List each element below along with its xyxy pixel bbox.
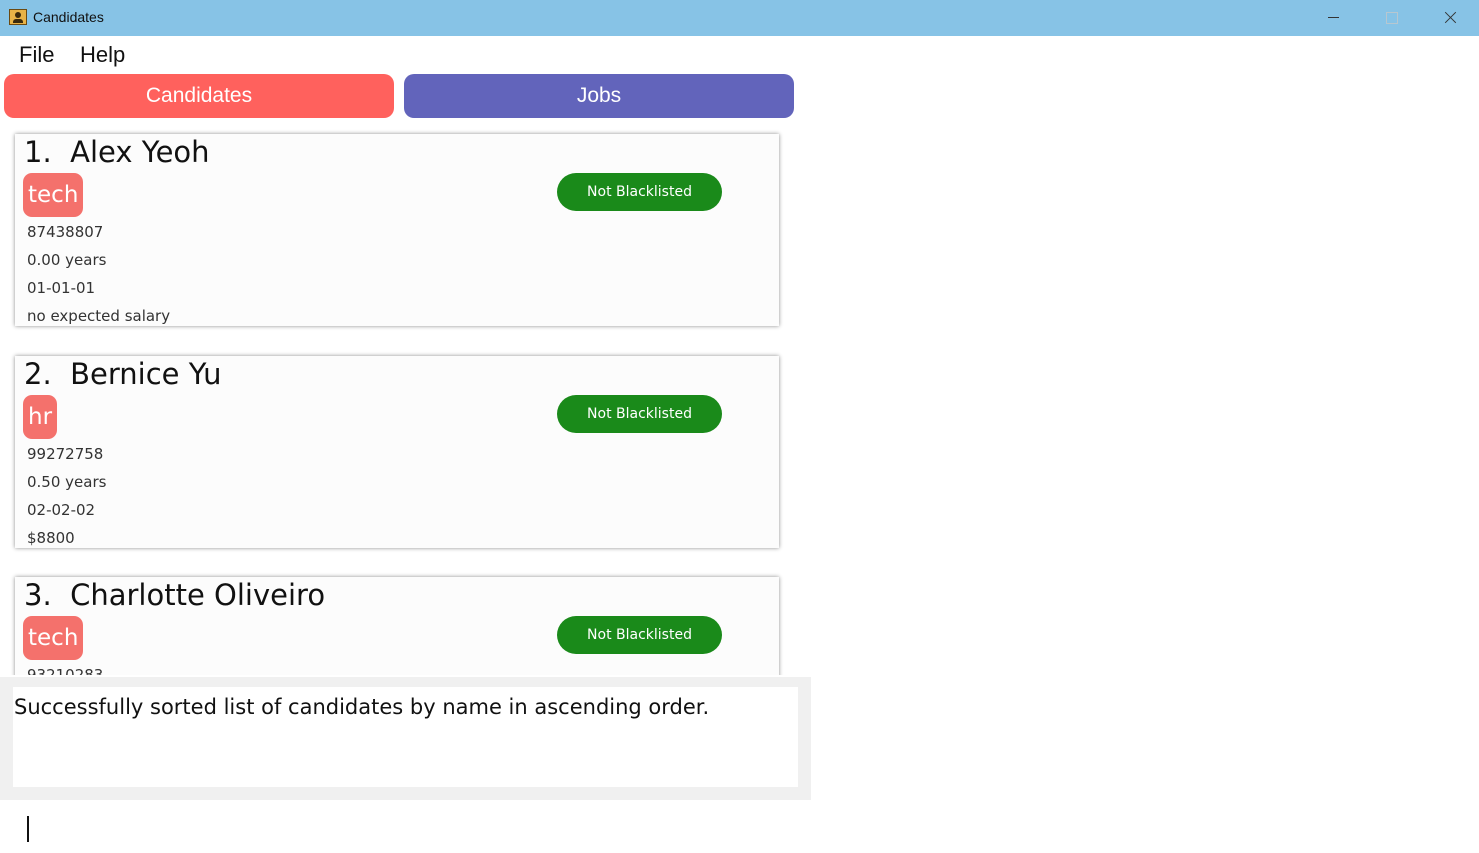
window-title: Candidates (33, 9, 104, 25)
title-bar: Candidates (0, 0, 1479, 36)
minimize-icon[interactable] (1305, 0, 1363, 36)
candidate-tag: tech (23, 616, 84, 660)
candidate-index: 2. (24, 357, 52, 391)
candidate-name-line: 2. Bernice Yu (24, 357, 221, 391)
text-caret (27, 816, 29, 842)
tab-jobs[interactable]: Jobs (404, 74, 794, 118)
candidate-phone: 99272758 (27, 445, 104, 463)
command-input[interactable] (13, 805, 798, 849)
close-icon[interactable] (1421, 0, 1479, 36)
candidate-date: 02-02-02 (27, 501, 96, 519)
result-box: Successfully sorted list of candidates b… (13, 687, 798, 787)
blacklist-status-button[interactable]: Not Blacklisted (557, 395, 722, 433)
candidate-card[interactable]: 1. Alex Yeoh tech Not Blacklisted 874388… (15, 134, 779, 326)
candidate-index: 1. (24, 135, 52, 169)
candidate-experience: 0.00 years (27, 251, 107, 269)
candidate-tag: tech (23, 173, 84, 217)
result-message: Successfully sorted list of candidates b… (14, 695, 710, 719)
candidate-card[interactable]: 2. Bernice Yu hr Not Blacklisted 9927275… (15, 356, 779, 548)
candidate-name: Charlotte Oliveiro (70, 578, 326, 612)
candidate-name-line: 1. Alex Yeoh (24, 135, 210, 169)
menu-bar: File Help (0, 36, 811, 74)
candidate-card[interactable]: 3. Charlotte Oliveiro tech Not Blacklist… (15, 577, 779, 675)
candidate-date: 01-01-01 (27, 279, 96, 297)
tab-candidates[interactable]: Candidates (4, 74, 394, 118)
candidate-index: 3. (24, 578, 52, 612)
candidate-name: Bernice Yu (70, 357, 222, 391)
candidate-name-line: 3. Charlotte Oliveiro (24, 578, 325, 612)
candidate-salary: no expected salary (27, 307, 171, 325)
candidate-phone: 93210283 (27, 666, 104, 675)
blacklist-status-button[interactable]: Not Blacklisted (557, 616, 722, 654)
menu-help[interactable]: Help (80, 42, 125, 68)
candidate-salary: $8800 (27, 529, 75, 547)
candidate-experience: 0.50 years (27, 473, 107, 491)
candidate-phone: 87438807 (27, 223, 104, 241)
result-display: Successfully sorted list of candidates b… (0, 677, 811, 800)
candidate-list[interactable]: 1. Alex Yeoh tech Not Blacklisted 874388… (0, 120, 811, 675)
candidate-name: Alex Yeoh (70, 135, 210, 169)
maximize-icon[interactable] (1363, 0, 1421, 36)
menu-file[interactable]: File (19, 42, 54, 68)
app-icon (9, 9, 27, 25)
candidate-tag: hr (23, 395, 58, 439)
blacklist-status-button[interactable]: Not Blacklisted (557, 173, 722, 211)
